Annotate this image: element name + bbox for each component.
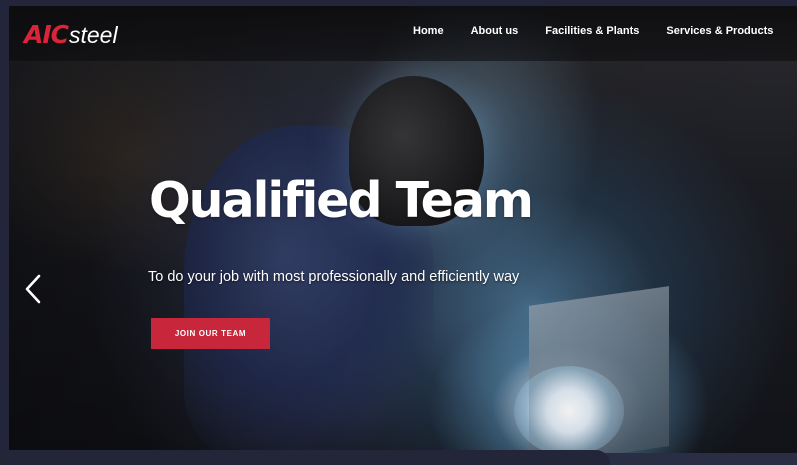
- bottom-panel-tab: [0, 450, 610, 465]
- site-logo[interactable]: AIC steel: [24, 20, 118, 50]
- nav-facilities-plants[interactable]: Facilities & Plants: [545, 25, 639, 37]
- join-our-team-button[interactable]: JOIN OUR TEAM: [151, 318, 270, 349]
- nav-services-products[interactable]: Services & Products: [666, 25, 773, 37]
- logo-text: steel: [69, 22, 118, 48]
- hero-title: Qualified Team: [149, 172, 534, 229]
- main-nav: Home About us Facilities & Plants Servic…: [413, 25, 797, 37]
- hero-subtitle: To do your job with most professionally …: [148, 269, 520, 285]
- chevron-left-icon: [25, 274, 41, 304]
- hero-overlay: [9, 6, 797, 453]
- nav-about-us[interactable]: About us: [471, 25, 519, 37]
- logo-mark: AIC: [24, 20, 69, 49]
- nav-home[interactable]: Home: [413, 25, 444, 37]
- browser-viewport: AIC steel Home About us Facilities & Pla…: [9, 6, 797, 453]
- top-navbar: AIC steel Home About us Facilities & Pla…: [9, 6, 797, 61]
- slider-prev-button[interactable]: [21, 272, 45, 306]
